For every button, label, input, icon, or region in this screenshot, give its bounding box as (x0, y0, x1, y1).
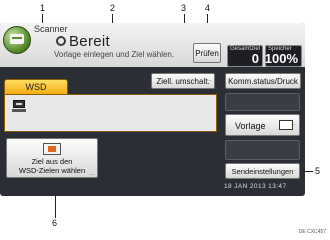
destination-field (4, 94, 217, 132)
ready-ring-icon (56, 36, 66, 46)
switch-destination-button[interactable]: Ziell. umschalt. … (151, 73, 215, 89)
more-dots-icon: … (89, 171, 95, 177)
memory-value: 100% (264, 51, 298, 66)
callout-1: 1 (40, 3, 46, 13)
header-bar: Scanner Bereit Vorlage einlegen und Ziel… (0, 23, 305, 67)
callout-3: 3 (181, 3, 187, 13)
right-blank-slot-2 (225, 140, 300, 160)
check-button[interactable]: Prüfen … (193, 43, 221, 63)
callout-2: 2 (110, 3, 116, 13)
total-destinations-value: 0 (251, 51, 259, 66)
more-dots-icon: … (291, 167, 297, 173)
select-from-wsd-list-button[interactable]: Ziel aus den WSD-Zielen wählen … (6, 138, 98, 178)
switch-destination-label: Ziell. umschalt. (156, 77, 210, 86)
more-dots-icon: … (291, 121, 297, 127)
callout-5: 5 (315, 166, 321, 176)
more-dots-icon: … (212, 49, 218, 55)
tab-wsd[interactable]: WSD (4, 79, 68, 95)
computer-destination-icon (12, 100, 26, 112)
callout-6: 6 (52, 218, 58, 228)
send-settings-button[interactable]: Sendeinstellungen … (225, 163, 300, 179)
scanner-app-icon (3, 26, 31, 54)
status-label: Bereit (69, 33, 110, 50)
send-settings-label: Sendeinstellungen (231, 167, 294, 176)
total-destinations-counter: Gesamtziel 0 (227, 45, 263, 67)
status-text: Bereit (56, 33, 110, 50)
status-message: Vorlage einlegen und Ziel wählen. (54, 50, 175, 59)
callout-4: 4 (205, 3, 211, 13)
right-blank-slot (225, 93, 300, 111)
original-label: Vorlage (235, 121, 266, 131)
comm-status-button[interactable]: Komm.status/Druck (225, 73, 301, 89)
memory-counter: Speicher 100% (265, 45, 302, 67)
datetime-display: 18 JAN 2013 13:47 (224, 183, 287, 190)
comm-status-label: Komm.status/Druck (228, 77, 298, 86)
more-dots-icon: … (206, 77, 212, 83)
scanner-panel: Scanner Bereit Vorlage einlegen und Ziel… (0, 23, 305, 196)
figure-code: DE CXC457 (298, 229, 326, 235)
select-list-label-line2: WSD-Zielen wählen (18, 166, 86, 175)
original-button[interactable]: Vorlage … (225, 114, 300, 136)
address-book-icon (43, 143, 61, 155)
select-list-label-line1: Ziel aus den (31, 157, 73, 166)
